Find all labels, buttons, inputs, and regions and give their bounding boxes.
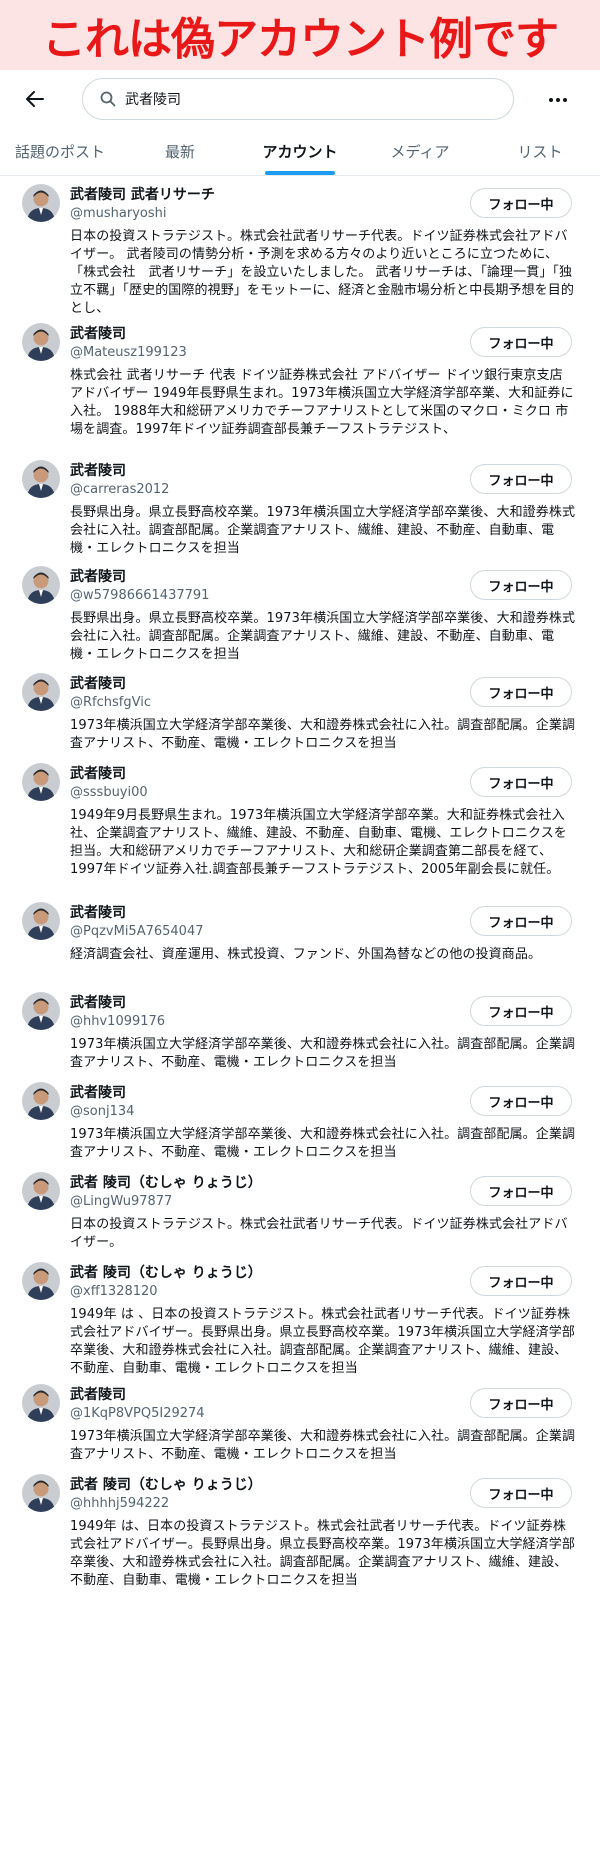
account-handle: @sonj134 xyxy=(70,1104,135,1119)
account-handle: @hhhhj594222 xyxy=(70,1496,170,1511)
following-button[interactable]: フォロー中 xyxy=(470,1176,572,1206)
account-name[interactable]: 武者陵司 xyxy=(70,673,126,693)
following-button[interactable]: フォロー中 xyxy=(470,1388,572,1418)
tab-media[interactable]: メディア xyxy=(360,128,480,175)
following-button[interactable]: フォロー中 xyxy=(470,677,572,707)
avatar[interactable] xyxy=(22,992,60,1030)
account-handle: @hhv1099176 xyxy=(70,1014,166,1029)
account-bio: 長野県出身。県立長野高校卒業。1973年横浜国立大学経済学部卒業後、大和證券株式… xyxy=(70,611,576,662)
account-name[interactable]: 武者 陵司（むしゃ りょうじ） xyxy=(70,1474,262,1494)
account-handle: @LingWu97877 xyxy=(70,1194,173,1209)
account-bio: 1973年横浜国立大学経済学部卒業後、大和證券株式会社に入社。調査部配属。企業調… xyxy=(70,718,576,751)
warning-banner: これは偽アカウント例です xyxy=(0,0,600,70)
following-button[interactable]: フォロー中 xyxy=(470,996,572,1026)
search-box[interactable] xyxy=(82,78,514,120)
following-button[interactable]: フォロー中 xyxy=(470,327,572,357)
avatar[interactable] xyxy=(22,1384,60,1422)
search-tabs: 話題のポスト 最新 アカウント メディア リスト xyxy=(0,128,600,176)
following-button[interactable]: フォロー中 xyxy=(470,188,572,218)
avatar[interactable] xyxy=(22,1172,60,1210)
account-name[interactable]: 武者 陵司（むしゃ りょうじ） xyxy=(70,1172,262,1192)
account-handle: @carreras2012 xyxy=(70,482,170,497)
following-button[interactable]: フォロー中 xyxy=(470,1086,572,1116)
following-button[interactable]: フォロー中 xyxy=(470,767,572,797)
account-handle: @sssbuyi00 xyxy=(70,785,148,800)
account-name[interactable]: 武者陵司 xyxy=(70,566,126,586)
top-bar xyxy=(0,70,600,128)
account-name[interactable]: 武者陵司 xyxy=(70,902,126,922)
search-input[interactable] xyxy=(125,91,485,107)
account-bio: 1949年9月長野県生まれ。1973年横浜国立大学経済学部卒業。大和証券株式会社… xyxy=(70,808,567,877)
avatar[interactable] xyxy=(22,184,60,222)
following-button[interactable]: フォロー中 xyxy=(470,464,572,494)
account-bio: 長野県出身。県立長野高校卒業。1973年横浜国立大学経済学部卒業後、大和證券株式… xyxy=(70,505,576,556)
avatar[interactable] xyxy=(22,902,60,940)
avatar[interactable] xyxy=(22,763,60,801)
avatar[interactable] xyxy=(22,323,60,361)
account-name[interactable]: 武者陵司 武者リサーチ xyxy=(70,184,215,204)
account-handle: @PqzvMi5A7654047 xyxy=(70,924,204,939)
warning-banner-text: これは偽アカウント例です xyxy=(42,14,559,65)
account-name[interactable]: 武者陵司 xyxy=(70,323,126,343)
account-bio: 1973年横浜国立大学経済学部卒業後、大和證券株式会社に入社。調査部配属。企業調… xyxy=(70,1429,576,1462)
account-bio: 株式会社 武者リサーチ 代表 ドイツ証券株式会社 アドバイザー ドイツ銀行東京支… xyxy=(70,368,574,437)
following-button[interactable]: フォロー中 xyxy=(470,1266,572,1296)
tab-lists[interactable]: リスト xyxy=(480,128,600,175)
account-bio: 1949年 は 、日本の投資ストラテジスト。株式会社武者リサーチ代表。ドイツ証券… xyxy=(70,1307,575,1376)
search-icon xyxy=(99,90,117,108)
following-button[interactable]: フォロー中 xyxy=(470,1478,572,1508)
account-handle: @xff1328120 xyxy=(70,1284,158,1299)
account-bio: 1949年 は、日本の投資ストラテジスト。株式会社武者リサーチ代表。ドイツ証券株… xyxy=(70,1519,575,1588)
following-button[interactable]: フォロー中 xyxy=(470,906,572,936)
tab-latest[interactable]: 最新 xyxy=(120,128,240,175)
following-button[interactable]: フォロー中 xyxy=(470,570,572,600)
account-handle: @1KqP8VPQ5I29274 xyxy=(70,1406,205,1421)
account-name[interactable]: 武者陵司 xyxy=(70,1384,126,1404)
avatar[interactable] xyxy=(22,1262,60,1300)
account-bio: 1973年横浜国立大学経済学部卒業後、大和證券株式会社に入社。調査部配属。企業調… xyxy=(70,1127,576,1160)
avatar[interactable] xyxy=(22,1082,60,1120)
account-handle: @musharyoshi xyxy=(70,206,167,221)
back-button[interactable] xyxy=(22,86,48,112)
account-name[interactable]: 武者陵司 xyxy=(70,1082,126,1102)
account-bio: 日本の投資ストラテジスト。株式会社武者リサーチ代表。ドイツ証券株式会社アドバイザ… xyxy=(70,1217,568,1250)
account-name[interactable]: 武者 陵司（むしゃ りょうじ） xyxy=(70,1262,262,1282)
avatar[interactable] xyxy=(22,673,60,711)
account-name[interactable]: 武者陵司 xyxy=(70,992,126,1012)
account-bio: 経済調査会社、資産運用、株式投資、ファンド、外国為替などの他の投資商品。 xyxy=(70,947,542,962)
account-name[interactable]: 武者陵司 xyxy=(70,763,126,783)
account-handle: @w57986661437791 xyxy=(70,588,210,603)
account-bio: 日本の投資ストラテジスト。株式会社武者リサーチ代表。ドイツ証券株式会社アドバイザ… xyxy=(70,229,575,316)
account-handle: @RfchsfgVic xyxy=(70,695,151,710)
avatar[interactable] xyxy=(22,566,60,604)
account-handle: @Mateusz199123 xyxy=(70,345,187,360)
avatar[interactable] xyxy=(22,460,60,498)
tab-accounts[interactable]: アカウント xyxy=(240,128,360,175)
tab-top-posts[interactable]: 話題のポスト xyxy=(0,128,120,175)
account-name[interactable]: 武者陵司 xyxy=(70,460,126,480)
back-arrow-icon xyxy=(26,91,44,107)
avatar[interactable] xyxy=(22,1474,60,1512)
account-bio: 1973年横浜国立大学経済学部卒業後、大和證券株式会社に入社。調査部配属。企業調… xyxy=(70,1037,576,1070)
more-options-button[interactable] xyxy=(546,88,570,112)
more-dots-icon xyxy=(549,98,567,102)
